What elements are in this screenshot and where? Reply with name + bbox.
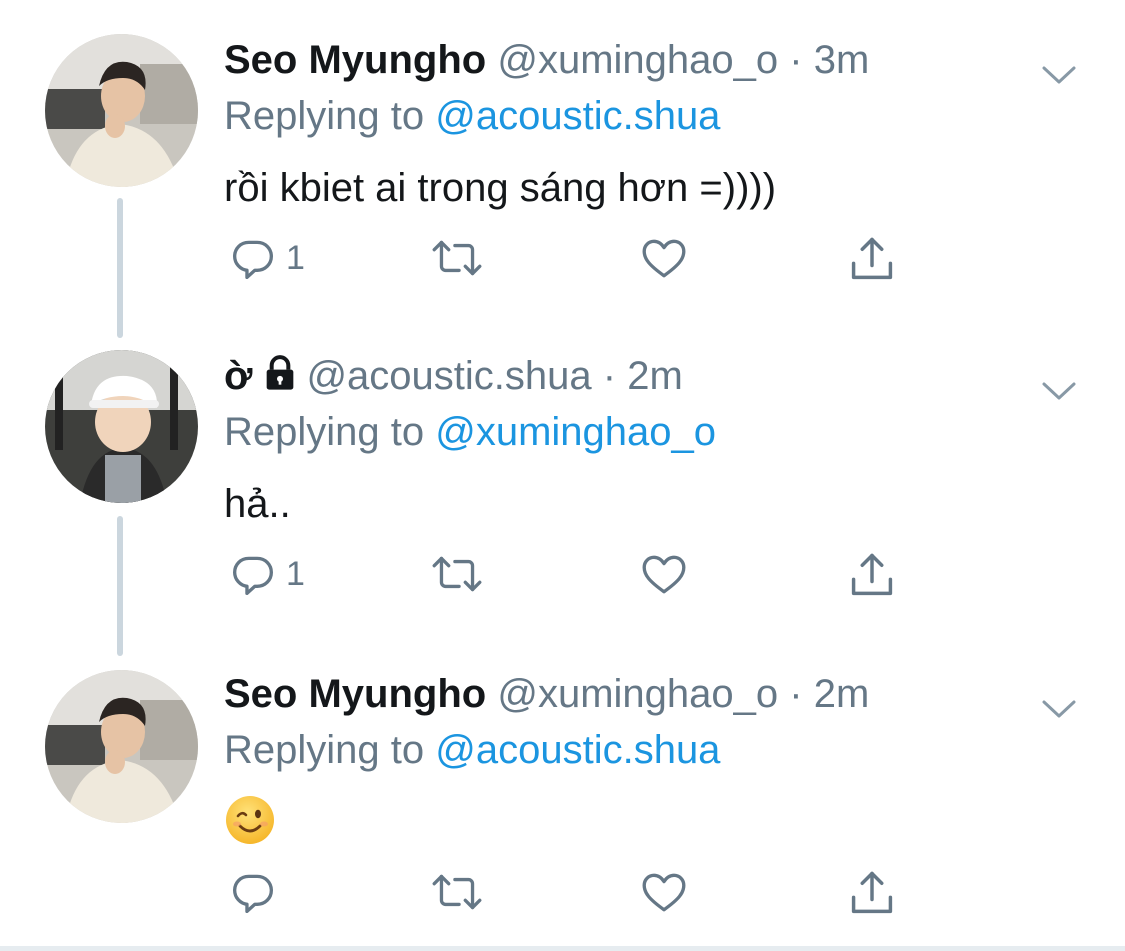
replying-to: Replying to @acoustic.shua bbox=[224, 90, 720, 142]
tweet[interactable]: ờ @acoustic.shua · 2m Replying to @xuming… bbox=[0, 344, 1125, 644]
replying-to: Replying to @acoustic.shua bbox=[224, 724, 720, 776]
timestamp[interactable]: 3m bbox=[814, 38, 870, 82]
tweet-header: ờ @acoustic.shua · 2m bbox=[224, 350, 683, 406]
reply-bubble-icon bbox=[233, 556, 273, 596]
username[interactable]: @acoustic.shua bbox=[306, 354, 591, 398]
separator-dot: · bbox=[789, 672, 803, 716]
display-name[interactable]: ờ bbox=[224, 354, 252, 398]
reply-button[interactable]: 1 bbox=[228, 549, 305, 599]
chevron-down-icon[interactable] bbox=[1041, 64, 1077, 93]
mention-link[interactable]: @xuminghao_o bbox=[435, 410, 716, 454]
tweet-actions: 1 bbox=[228, 233, 908, 293]
reply-count: 1 bbox=[286, 238, 305, 277]
heart-icon bbox=[642, 873, 686, 912]
chevron-down-icon[interactable] bbox=[1041, 380, 1077, 409]
like-button[interactable] bbox=[638, 549, 690, 599]
mention-link[interactable]: @acoustic.shua bbox=[435, 94, 720, 138]
reply-bubble-icon bbox=[233, 240, 273, 280]
retweet-icon bbox=[432, 874, 482, 910]
replying-to: Replying to @xuminghao_o bbox=[224, 406, 716, 458]
avatar[interactable] bbox=[45, 670, 198, 823]
tweet[interactable]: Seo Myungho @xuminghao_o · 3m Replying t… bbox=[0, 28, 1125, 328]
share-icon bbox=[851, 237, 893, 280]
display-name[interactable]: Seo Myungho bbox=[224, 38, 486, 82]
display-name[interactable]: Seo Myungho bbox=[224, 672, 486, 716]
heart-icon bbox=[642, 555, 686, 594]
avatar[interactable] bbox=[45, 34, 198, 187]
tweet-actions: 1 bbox=[228, 549, 908, 609]
share-icon bbox=[851, 553, 893, 596]
chevron-down-icon[interactable] bbox=[1041, 698, 1077, 727]
retweet-icon bbox=[432, 240, 482, 276]
reply-count: 1 bbox=[286, 554, 305, 593]
timestamp[interactable]: 2m bbox=[627, 354, 683, 398]
reply-button[interactable] bbox=[228, 867, 286, 917]
heart-icon bbox=[642, 239, 686, 278]
winking-face-emoji bbox=[224, 794, 276, 846]
tweet[interactable]: Seo Myungho @xuminghao_o · 2m Replying t… bbox=[0, 662, 1125, 946]
like-button[interactable] bbox=[638, 233, 690, 283]
retweet-icon bbox=[432, 556, 482, 592]
tweet-text: rồi kbiet ai trong sáng hơn =)))) bbox=[224, 166, 777, 210]
share-button[interactable] bbox=[846, 233, 898, 285]
share-button[interactable] bbox=[846, 867, 898, 919]
mention-link[interactable]: @acoustic.shua bbox=[435, 728, 720, 772]
share-icon bbox=[851, 871, 893, 914]
retweet-button[interactable] bbox=[428, 549, 486, 599]
tweet-header: Seo Myungho @xuminghao_o · 3m bbox=[224, 34, 869, 86]
username[interactable]: @xuminghao_o bbox=[497, 672, 778, 716]
like-button[interactable] bbox=[638, 867, 690, 917]
tweet-text bbox=[224, 794, 276, 859]
tweet-header: Seo Myungho @xuminghao_o · 2m bbox=[224, 668, 869, 720]
timestamp[interactable]: 2m bbox=[814, 672, 870, 716]
tweet-text: hả.. bbox=[224, 482, 291, 526]
replying-to-label: Replying to bbox=[224, 728, 436, 772]
lock-icon bbox=[260, 353, 300, 406]
avatar[interactable] bbox=[45, 350, 198, 503]
reply-button[interactable]: 1 bbox=[228, 233, 305, 283]
retweet-button[interactable] bbox=[428, 233, 486, 283]
share-button[interactable] bbox=[846, 549, 898, 601]
reply-bubble-icon bbox=[233, 874, 273, 914]
replying-to-label: Replying to bbox=[224, 94, 436, 138]
username[interactable]: @xuminghao_o bbox=[497, 38, 778, 82]
retweet-button[interactable] bbox=[428, 867, 486, 917]
replying-to-label: Replying to bbox=[224, 410, 436, 454]
separator-dot: · bbox=[602, 354, 617, 398]
separator-dot: · bbox=[789, 38, 803, 82]
divider bbox=[0, 946, 1125, 951]
tweet-actions bbox=[228, 867, 908, 927]
